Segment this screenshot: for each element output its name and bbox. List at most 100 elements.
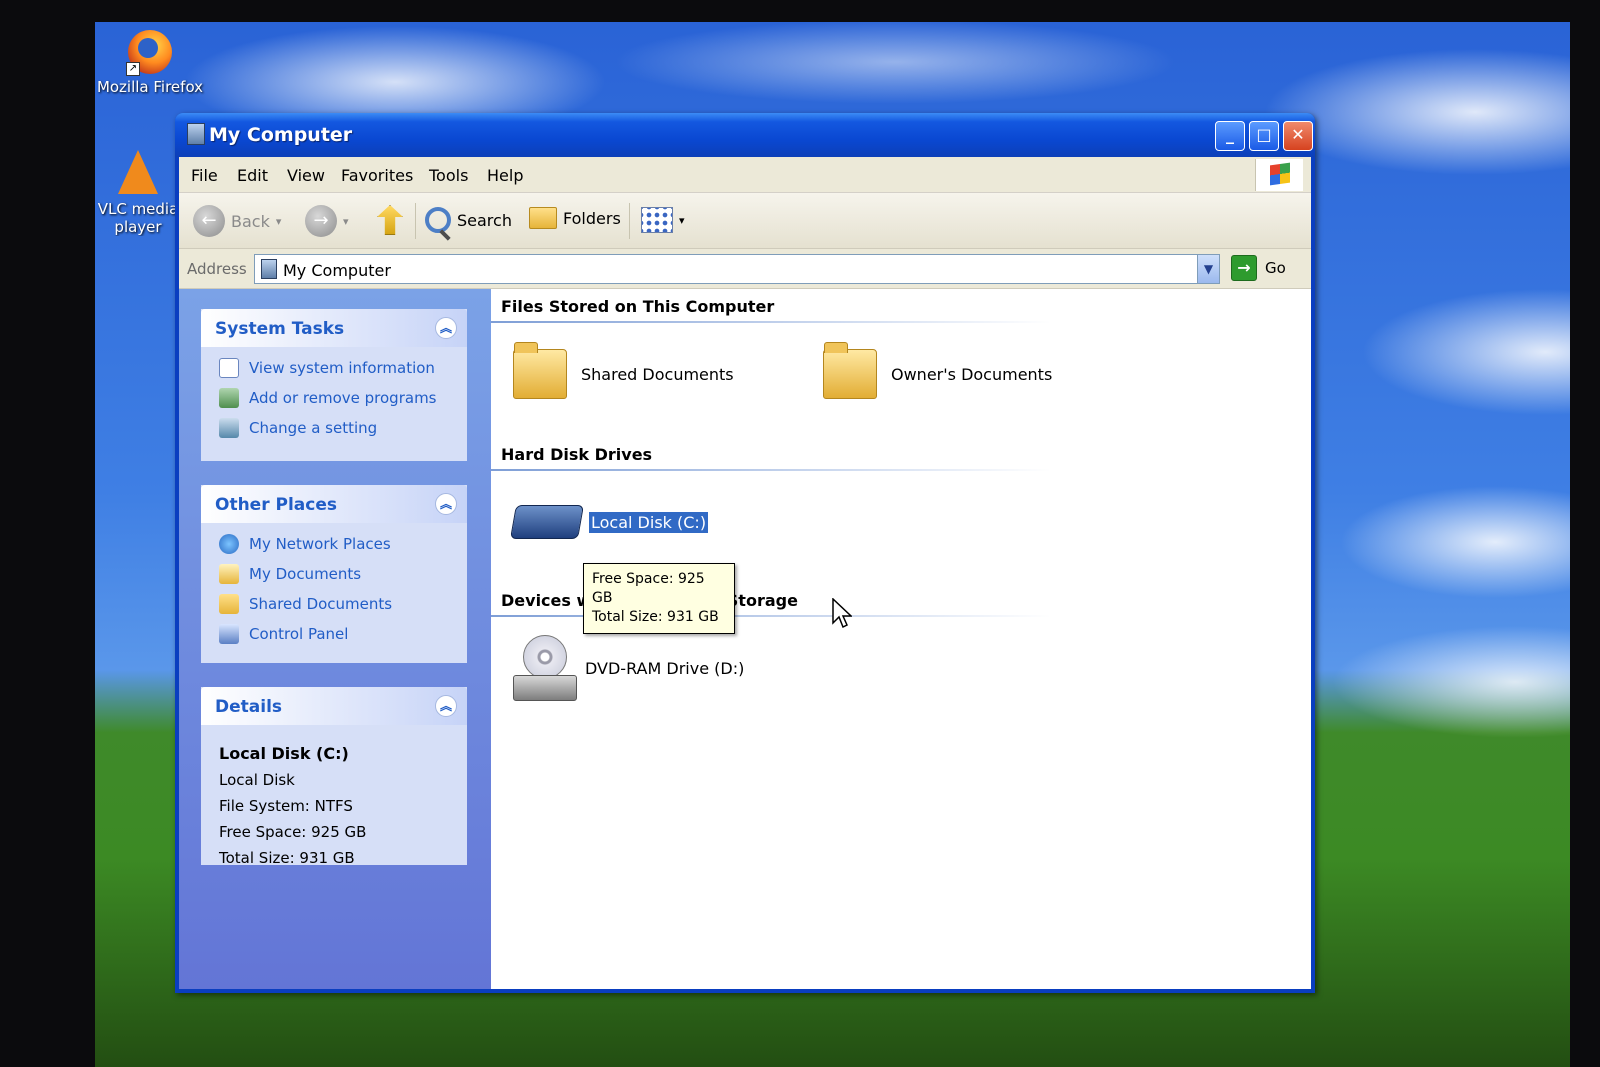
address-dropdown-icon[interactable]: ▼ [1197, 255, 1219, 283]
toolbar: ← Back ▾ → ▾ Search Folders ▾ [179, 193, 1311, 249]
other-places-title: Other Places [215, 495, 337, 515]
title-bar[interactable]: My Computer _ □ ✕ [175, 113, 1315, 157]
details-header[interactable]: Details ︽ [201, 687, 467, 725]
system-tasks-panel: System Tasks ︽ View system information A… [201, 309, 467, 461]
forward-dropdown-icon[interactable]: ▾ [343, 215, 349, 228]
group-divider [491, 615, 1051, 617]
my-computer-window: My Computer _ □ ✕ File Edit View Favorit… [175, 113, 1315, 993]
place-control-panel[interactable]: Control Panel [201, 619, 467, 649]
menu-edit[interactable]: Edit [237, 166, 268, 185]
back-dropdown-icon[interactable]: ▾ [276, 215, 282, 228]
desktop-icon-firefox[interactable]: ↗ Mozilla Firefox [95, 30, 205, 96]
place-link: My Network Places [249, 535, 391, 553]
menu-view[interactable]: View [287, 166, 325, 185]
computer-icon [187, 123, 205, 145]
toolbar-separator [629, 203, 630, 239]
details-file-system: File System: NTFS [219, 797, 353, 815]
add-remove-programs-icon [219, 388, 239, 408]
menu-bar: File Edit View Favorites Tools Help [179, 157, 1311, 193]
windows-logo-icon [1255, 159, 1303, 191]
network-places-icon [219, 534, 239, 554]
task-add-remove-programs[interactable]: Add or remove programs [201, 383, 467, 413]
details-item-type: Local Disk [219, 771, 295, 789]
other-places-header[interactable]: Other Places ︽ [201, 485, 467, 523]
task-change-setting[interactable]: Change a setting [201, 413, 467, 443]
address-label: Address [187, 260, 247, 278]
back-button[interactable]: ← Back ▾ [193, 205, 281, 237]
place-my-documents[interactable]: My Documents [201, 559, 467, 589]
task-link: Change a setting [249, 419, 378, 437]
details-total-size: Total Size: 931 GB [219, 849, 355, 867]
system-tasks-title: System Tasks [215, 319, 345, 339]
views-dropdown-icon: ▾ [679, 213, 685, 227]
details-item-name: Local Disk (C:) [219, 744, 349, 763]
dvd-drive-icon [513, 635, 577, 701]
control-panel-icon [219, 624, 239, 644]
firefox-icon: ↗ [126, 30, 172, 76]
content-area: System Tasks ︽ View system information A… [179, 289, 1311, 989]
window-title: My Computer [209, 124, 353, 146]
menu-tools[interactable]: Tools [429, 166, 468, 185]
place-shared-documents[interactable]: Shared Documents [201, 589, 467, 619]
drive-tooltip: Free Space: 925 GB Total Size: 931 GB [583, 563, 735, 634]
folders-label: Folders [563, 208, 621, 228]
details-panel: Details ︽ Local Disk (C:) Local Disk Fil… [201, 687, 467, 867]
task-pane: System Tasks ︽ View system information A… [179, 289, 491, 989]
place-my-network-places[interactable]: My Network Places [201, 529, 467, 559]
forward-button[interactable]: → ▾ [305, 205, 349, 237]
forward-arrow-icon: → [305, 205, 337, 237]
maximize-button[interactable]: □ [1249, 121, 1279, 151]
tooltip-total-size: Total Size: 931 GB [592, 609, 719, 625]
menu-file[interactable]: File [191, 166, 218, 185]
go-button[interactable]: → Go [1231, 255, 1286, 281]
address-value: My Computer [283, 261, 391, 280]
item-local-disk-c[interactable]: Local Disk (C:) [510, 505, 710, 539]
details-body: Local Disk (C:) Local Disk File System: … [201, 725, 467, 887]
computer-icon [261, 259, 277, 279]
search-button[interactable]: Search [425, 207, 512, 233]
desktop-icon-vlc[interactable]: VLC media player [95, 150, 181, 236]
place-link: My Documents [249, 565, 362, 583]
up-folder-button[interactable] [377, 205, 403, 235]
task-view-system-information[interactable]: View system information [201, 353, 467, 383]
group-header-hard-disk-drives: Hard Disk Drives [501, 445, 653, 464]
window-body: File Edit View Favorites Tools Help ← Ba… [179, 157, 1311, 989]
collapse-chevron-icon[interactable]: ︽ [435, 493, 457, 515]
group-divider [491, 321, 1051, 323]
views-icon [641, 207, 673, 233]
menu-help[interactable]: Help [487, 166, 523, 185]
control-panel-icon [219, 418, 239, 438]
item-dvd-ram-drive-d[interactable]: DVD-RAM Drive (D:) [513, 635, 744, 701]
shortcut-arrow-icon: ↗ [126, 62, 140, 76]
item-label-selected: Local Disk (C:) [587, 510, 710, 534]
desktop-icon-label: Mozilla Firefox [96, 78, 204, 96]
minimize-button[interactable]: _ [1215, 121, 1245, 151]
folder-icon [219, 594, 239, 614]
tooltip-free-space: Free Space: 925 GB [592, 571, 705, 606]
views-button[interactable]: ▾ [641, 207, 685, 233]
back-arrow-icon: ← [193, 205, 225, 237]
desktop-icon-label: VLC media player [97, 200, 179, 236]
collapse-chevron-icon[interactable]: ︽ [435, 695, 457, 717]
search-icon [425, 207, 451, 233]
address-input[interactable]: My Computer ▼ [254, 254, 1220, 284]
close-button[interactable]: ✕ [1283, 121, 1313, 151]
up-arrow-icon [377, 205, 403, 235]
details-free-space: Free Space: 925 GB [219, 823, 367, 841]
system-tasks-header[interactable]: System Tasks ︽ [201, 309, 467, 347]
menu-favorites[interactable]: Favorites [341, 166, 413, 185]
back-label: Back [231, 211, 270, 231]
collapse-chevron-icon[interactable]: ︽ [435, 317, 457, 339]
toolbar-separator [415, 203, 416, 239]
group-divider [491, 469, 1051, 471]
item-owners-documents[interactable]: Owner's Documents [823, 342, 1052, 399]
go-label: Go [1265, 259, 1286, 277]
folders-button[interactable]: Folders [529, 207, 621, 229]
other-places-panel: Other Places ︽ My Network Places My Docu… [201, 485, 467, 663]
group-header-files-stored: Files Stored on This Computer [501, 297, 775, 316]
place-link: Control Panel [249, 625, 349, 643]
search-label: Search [457, 210, 512, 230]
vlc-icon [118, 150, 158, 194]
folders-icon [529, 207, 557, 229]
item-shared-documents[interactable]: Shared Documents [513, 342, 734, 399]
